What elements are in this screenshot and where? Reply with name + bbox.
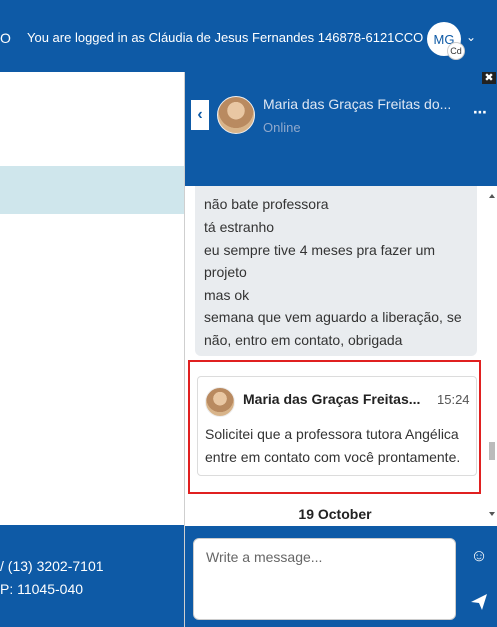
highlight-box [188, 360, 481, 494]
contact-name[interactable]: Maria das Graças Freitas do... [263, 96, 451, 112]
main-content [0, 72, 184, 525]
contact-status: Online [263, 120, 301, 135]
user-menu-chevron-down-icon[interactable]: ⌄ [466, 30, 476, 44]
close-icon[interactable]: ✖ [482, 72, 496, 84]
scroll-up-icon[interactable] [489, 194, 495, 198]
more-options-icon[interactable]: ⋯ [473, 104, 487, 121]
contact-avatar[interactable] [217, 96, 255, 134]
date-separator: 19 October [298, 506, 372, 522]
footer-phone: / (13) 3202-7101 [0, 558, 104, 574]
message-line: projeto [204, 264, 247, 280]
message-line: não bate professora [204, 196, 329, 212]
message-input[interactable] [193, 538, 456, 620]
send-icon[interactable] [469, 592, 489, 612]
user-avatar[interactable]: MG Cd [427, 22, 465, 60]
message-line: mas ok [204, 287, 250, 303]
login-info: You are logged in as Cláudia de Jesus Fe… [27, 30, 424, 45]
top-navbar: O You are logged in as Cláudia de Jesus … [0, 0, 497, 72]
message-line: semana que vem aguardo a liberação, se [204, 309, 462, 325]
scrollbar[interactable] [485, 186, 497, 526]
edge-icon: O [0, 30, 11, 46]
back-button[interactable]: ‹ [191, 100, 209, 130]
footer-postcode: P: 11045-040 [0, 581, 84, 597]
content-strip [0, 166, 184, 214]
message-line: eu sempre tive 4 meses pra fazer um [204, 242, 436, 258]
message-line: tá estranho [204, 219, 275, 235]
conversation-header: ✖ ‹ Maria das Graças Freitas do... Onlin… [185, 72, 497, 186]
message-line: não, entro em contato, obrigada [204, 332, 403, 348]
page-footer: / (13) 3202-7101 P: 11045-040 [0, 525, 184, 627]
scroll-down-icon[interactable] [489, 512, 495, 516]
message-composer: ☺ [185, 526, 497, 627]
message-drawer: ✖ ‹ Maria das Graças Freitas do... Onlin… [184, 72, 497, 627]
emoji-icon[interactable]: ☺ [469, 546, 489, 566]
scrollbar-thumb[interactable] [489, 442, 495, 460]
user-badge: Cd [447, 42, 465, 60]
